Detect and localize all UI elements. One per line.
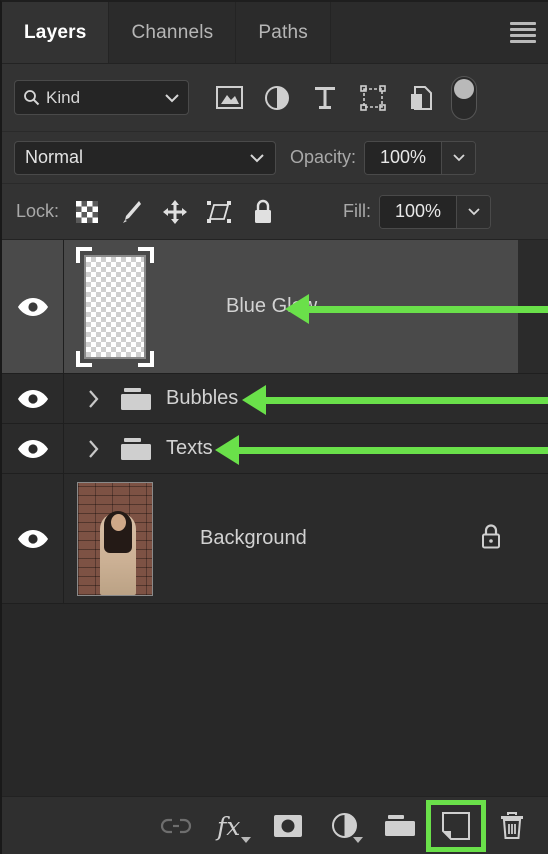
filter-toggle-knob xyxy=(454,78,474,99)
hamburger-menu-icon xyxy=(510,22,536,43)
fill-value[interactable]: 100% xyxy=(380,195,457,228)
layer-list[interactable]: Blue Glow Bubbles Texts Background xyxy=(2,240,548,798)
new-group-icon[interactable] xyxy=(372,802,428,850)
eye-icon xyxy=(17,389,48,408)
blend-opacity-row: Normal Opacity: 100% xyxy=(2,132,548,184)
smart-object-filter-icon[interactable] xyxy=(397,85,445,111)
filter-type-icons xyxy=(205,75,477,120)
adjustment-layer-filter-icon[interactable] xyxy=(253,85,301,111)
fill-stepper[interactable] xyxy=(456,195,491,228)
lock-icon-group xyxy=(65,199,285,225)
pixel-layer-filter-icon[interactable] xyxy=(205,86,253,109)
tab-bar-filler xyxy=(330,2,496,63)
delete-layer-icon[interactable] xyxy=(484,802,540,850)
opacity-label: Opacity: xyxy=(290,147,357,167)
panel-menu-button[interactable] xyxy=(496,2,548,63)
blend-mode-value: Normal xyxy=(25,147,84,167)
group-expand-toggle[interactable] xyxy=(76,439,110,459)
lock-artboard-nesting-icon[interactable] xyxy=(197,199,241,225)
layer-locked-icon xyxy=(480,523,502,554)
search-icon xyxy=(23,89,40,106)
tab-layers-label: Layers xyxy=(24,21,87,43)
chevron-down-icon xyxy=(353,836,363,843)
eye-icon xyxy=(17,297,48,316)
lock-all-icon[interactable] xyxy=(241,199,285,225)
lock-transparent-pixels-icon[interactable] xyxy=(65,200,109,223)
group-folder-icon xyxy=(110,386,162,412)
eye-icon xyxy=(17,529,48,548)
svg-text:fx: fx xyxy=(215,812,240,841)
panel-tab-bar: Layers Channels Paths xyxy=(2,2,548,64)
blend-mode-select[interactable]: Normal xyxy=(14,140,276,175)
chevron-right-icon xyxy=(88,439,98,458)
layer-thumbnail[interactable] xyxy=(64,481,166,596)
table-row[interactable]: Background xyxy=(2,474,548,604)
opacity-field[interactable]: 100% xyxy=(364,140,477,175)
new-adjustment-layer-icon[interactable] xyxy=(316,802,372,850)
opacity-stepper[interactable] xyxy=(441,141,476,174)
transparent-checker-thumbnail xyxy=(76,246,154,367)
layer-name-background[interactable]: Background xyxy=(200,527,307,550)
layer-style-fx-icon[interactable]: fx xyxy=(204,802,260,850)
layer-visibility-toggle[interactable] xyxy=(2,374,64,423)
tab-paths[interactable]: Paths xyxy=(236,2,331,63)
background-photo-thumbnail xyxy=(77,481,153,596)
group-folder-icon xyxy=(110,436,162,462)
link-layers-icon[interactable] xyxy=(148,802,204,850)
group-expand-toggle[interactable] xyxy=(76,389,110,409)
tab-channels[interactable]: Channels xyxy=(109,2,237,63)
layer-visibility-toggle[interactable] xyxy=(2,474,64,603)
fill-label: Fill: xyxy=(343,201,372,221)
lock-label: Lock: xyxy=(16,201,60,221)
layer-visibility-toggle[interactable] xyxy=(2,240,64,373)
shape-layer-filter-icon[interactable] xyxy=(349,84,397,111)
eye-icon xyxy=(17,439,48,458)
tab-channels-label: Channels xyxy=(131,21,214,43)
new-layer-icon[interactable] xyxy=(426,799,486,852)
chevron-right-icon xyxy=(88,389,98,408)
layers-bottom-toolbar: fx xyxy=(2,796,548,854)
layer-name-texts[interactable]: Texts xyxy=(166,437,213,460)
filter-kind-label: Kind xyxy=(46,87,81,107)
layers-panel: Layers Channels Paths Kind Normal Opacit… xyxy=(0,0,548,854)
lock-image-pixels-icon[interactable] xyxy=(109,199,153,225)
type-layer-filter-icon[interactable] xyxy=(301,85,349,111)
filter-toggle-switch[interactable] xyxy=(451,75,477,120)
fill-field[interactable]: 100% xyxy=(379,194,492,229)
filter-kind-select[interactable]: Kind xyxy=(14,80,189,115)
layer-filter-row: Kind xyxy=(2,64,548,132)
tab-paths-label: Paths xyxy=(258,21,308,43)
add-layer-mask-icon[interactable] xyxy=(260,802,316,850)
layer-name-bubbles[interactable]: Bubbles xyxy=(166,387,238,410)
chevron-down-icon xyxy=(241,836,251,843)
lock-fill-row: Lock: Fill: 100% xyxy=(2,184,548,240)
chevron-down-icon xyxy=(164,88,180,108)
opacity-value[interactable]: 100% xyxy=(365,141,442,174)
chevron-down-icon xyxy=(249,147,265,168)
layer-thumbnail[interactable] xyxy=(64,246,166,367)
lock-position-icon[interactable] xyxy=(153,199,197,225)
tab-layers[interactable]: Layers xyxy=(2,2,110,63)
layer-visibility-toggle[interactable] xyxy=(2,424,64,473)
